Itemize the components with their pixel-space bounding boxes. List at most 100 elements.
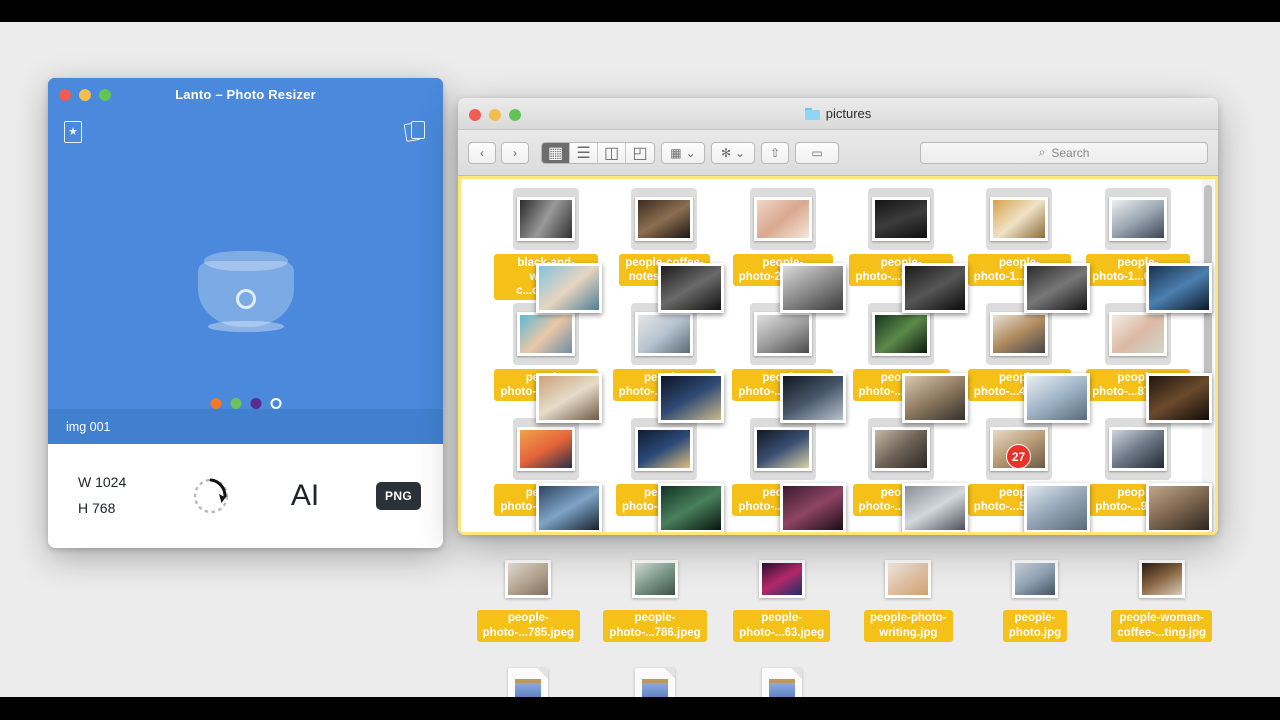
- file-thumbnail[interactable]: [513, 303, 580, 365]
- star-book-icon[interactable]: ★: [64, 121, 82, 143]
- file-grid[interactable]: black-and-white-c...ople.jpg people-coffe…: [461, 179, 1215, 530]
- file-thumbnail[interactable]: [749, 418, 816, 480]
- file-name-label[interactable]: people-photo-...553.jpeg: [967, 484, 1072, 516]
- file-item[interactable]: people-photo-...87a.png: [724, 300, 842, 415]
- desktop-file-name-label[interactable]: people-photo-...785.jpeg: [476, 610, 581, 642]
- file-item[interactable]: people-photo-...087.jpeg: [605, 300, 723, 415]
- dot-purple[interactable]: [250, 398, 261, 409]
- minimize-button[interactable]: [489, 109, 501, 121]
- file-thumbnail[interactable]: [986, 188, 1053, 250]
- file-thumbnail[interactable]: [986, 303, 1053, 365]
- finder-window-controls[interactable]: [469, 109, 521, 121]
- desktop-file-icon[interactable]: people-photo.jpg: [972, 560, 1099, 642]
- finder-toolbar[interactable]: ‹ › ▦ ☰ ◫ ◰ ▦ ⌄ ✻ ⌄ ⇧ ▭ ⌕ Search: [458, 130, 1218, 176]
- pager-dots[interactable]: [210, 398, 281, 409]
- file-item[interactable]: people-photo-28462.jpg: [724, 185, 842, 300]
- file-thumbnail[interactable]: [1104, 303, 1171, 365]
- desktop-file-icon[interactable]: people-woman-coffee-...ting.jpg: [1098, 560, 1225, 642]
- arrange-button[interactable]: ▦ ⌄: [661, 141, 705, 164]
- icon-view-button[interactable]: ▦: [542, 142, 570, 163]
- file-name-label[interactable]: people-photo-1...44.jpeg: [967, 254, 1072, 286]
- desktop-file-name-label[interactable]: people-woman-coffee-...ting.jpg: [1111, 610, 1213, 642]
- column-view-button[interactable]: ◫: [598, 142, 626, 163]
- file-name-label[interactable]: people-photo-...80a.png: [732, 484, 834, 516]
- close-button[interactable]: [469, 109, 481, 121]
- file-name-label[interactable]: people-photo-...477.jpeg: [967, 369, 1072, 401]
- close-button[interactable]: [59, 89, 71, 101]
- desktop-file-icon[interactable]: people-photo-...785.jpeg: [465, 560, 592, 642]
- file-item[interactable]: people-photo-...90.jpeg: [1079, 415, 1197, 530]
- tag-button[interactable]: ▭: [795, 141, 839, 164]
- file-item[interactable]: people-photo-...878.jpeg: [1079, 300, 1197, 415]
- copy-stack-icon[interactable]: [403, 120, 427, 144]
- file-thumbnail[interactable]: [749, 303, 816, 365]
- file-item[interactable]: people-photo-...80.jpeg: [605, 415, 723, 530]
- file-item[interactable]: people-photo-1...44.jpeg: [960, 185, 1078, 300]
- desktop-file-icon[interactable]: people-photo-...786.jpeg: [592, 560, 719, 642]
- lanto-titlebar[interactable]: Lanto – Photo Resizer: [48, 78, 443, 111]
- lanto-window-controls[interactable]: [59, 89, 111, 101]
- file-item[interactable]: people-coffee-notes-tea.jpg: [605, 185, 723, 300]
- file-item[interactable]: people-photo-...44.jpeg: [842, 300, 960, 415]
- lanto-window[interactable]: Lanto – Photo Resizer ★ img 001 W 1024 H…: [48, 78, 443, 548]
- file-item[interactable]: people-photo-...553.jpeg: [960, 415, 1078, 530]
- lanto-footer-toolbar[interactable]: W 1024 H 768 AI PNG: [48, 444, 443, 548]
- file-name-label[interactable]: people-photo-...769.jpeg: [494, 484, 598, 516]
- gallery-view-button[interactable]: ◰: [626, 142, 654, 163]
- zoom-button[interactable]: [509, 109, 521, 121]
- file-thumbnail[interactable]: [868, 188, 935, 250]
- desktop-file-name-label[interactable]: people-photo-...786.jpeg: [603, 610, 707, 642]
- file-item[interactable]: black-and-white-c...ople.jpg: [487, 185, 605, 300]
- desktop-file-icon[interactable]: people-photo-writing.jpg: [845, 560, 972, 642]
- file-name-label[interactable]: people-photo-28462.jpg: [732, 254, 833, 286]
- lanto-canvas[interactable]: ★: [48, 111, 443, 409]
- file-name-label[interactable]: black-and-white-c...ople.jpg: [494, 254, 599, 300]
- file-name-label[interactable]: people-photo-...90.jpeg: [1089, 484, 1187, 516]
- file-item[interactable]: people-photo-...769.jpeg: [487, 415, 605, 530]
- file-name-label[interactable]: people-photo-...807.jpeg: [849, 254, 953, 286]
- file-name-label[interactable]: people-photo-...878.jpeg: [1086, 369, 1190, 401]
- zoom-button[interactable]: [99, 89, 111, 101]
- file-thumbnail[interactable]: [749, 188, 816, 250]
- finder-file-grid-area[interactable]: black-and-white-c...ople.jpg people-coffe…: [458, 176, 1218, 535]
- file-name-label[interactable]: people-coffee-notes-tea.jpg: [619, 254, 710, 286]
- finder-window[interactable]: pictures ‹ › ▦ ☰ ◫ ◰ ▦ ⌄ ✻ ⌄ ⇧ ▭ ⌕ Searc…: [458, 98, 1218, 535]
- file-thumbnail[interactable]: [1104, 418, 1171, 480]
- file-name-label[interactable]: people-photo-...80.jpeg: [616, 484, 713, 516]
- vertical-scrollbar[interactable]: [1204, 185, 1212, 395]
- share-button[interactable]: ⇧: [761, 141, 789, 164]
- format-button-wrap[interactable]: PNG: [354, 482, 443, 510]
- file-thumbnail[interactable]: [631, 418, 698, 480]
- nav-buttons[interactable]: ‹ ›: [468, 141, 529, 164]
- dot-orange[interactable]: [210, 398, 221, 409]
- file-thumbnail[interactable]: [868, 418, 935, 480]
- desktop-file-name-label[interactable]: people-photo-writing.jpg: [863, 610, 953, 642]
- desktop-file-name-label[interactable]: people-photo-...63.jpeg: [733, 610, 831, 642]
- file-item[interactable]: people-photo-1...07.jpeg: [1079, 185, 1197, 300]
- file-thumbnail[interactable]: [631, 303, 698, 365]
- file-item[interactable]: people-photo-...88.jpeg: [842, 415, 960, 530]
- back-button[interactable]: ‹: [468, 141, 496, 164]
- action-button[interactable]: ✻ ⌄: [711, 141, 755, 164]
- file-name-label[interactable]: people-photo-...87a.png: [732, 369, 834, 401]
- file-name-label[interactable]: people-photo-...44.jpeg: [852, 369, 950, 401]
- file-thumbnail[interactable]: [631, 188, 698, 250]
- file-name-label[interactable]: people-photo-1...07.jpeg: [1086, 254, 1190, 286]
- desktop-file-icon[interactable]: people-photo-...63.jpeg: [718, 560, 845, 642]
- text-tool-button[interactable]: AI: [256, 479, 354, 513]
- file-thumbnail[interactable]: [1104, 188, 1171, 250]
- forward-button[interactable]: ›: [501, 141, 529, 164]
- desktop-file-name-label[interactable]: people-photo.jpg: [1002, 610, 1068, 642]
- dot-white[interactable]: [270, 398, 281, 409]
- search-input[interactable]: ⌕ Search: [920, 141, 1208, 164]
- file-item[interactable]: people-photo-...223.jpeg: [487, 300, 605, 415]
- minimize-button[interactable]: [79, 89, 91, 101]
- file-name-label[interactable]: people-photo-...223.jpeg: [494, 369, 598, 401]
- file-item[interactable]: people-photo-...80a.png: [724, 415, 842, 530]
- file-item[interactable]: people-photo-...477.jpeg: [960, 300, 1078, 415]
- file-name-label[interactable]: people-photo-...087.jpeg: [612, 369, 717, 401]
- dot-green[interactable]: [230, 398, 241, 409]
- view-mode-segmented[interactable]: ▦ ☰ ◫ ◰: [541, 141, 655, 164]
- list-view-button[interactable]: ☰: [570, 142, 598, 163]
- file-thumbnail[interactable]: [513, 418, 580, 480]
